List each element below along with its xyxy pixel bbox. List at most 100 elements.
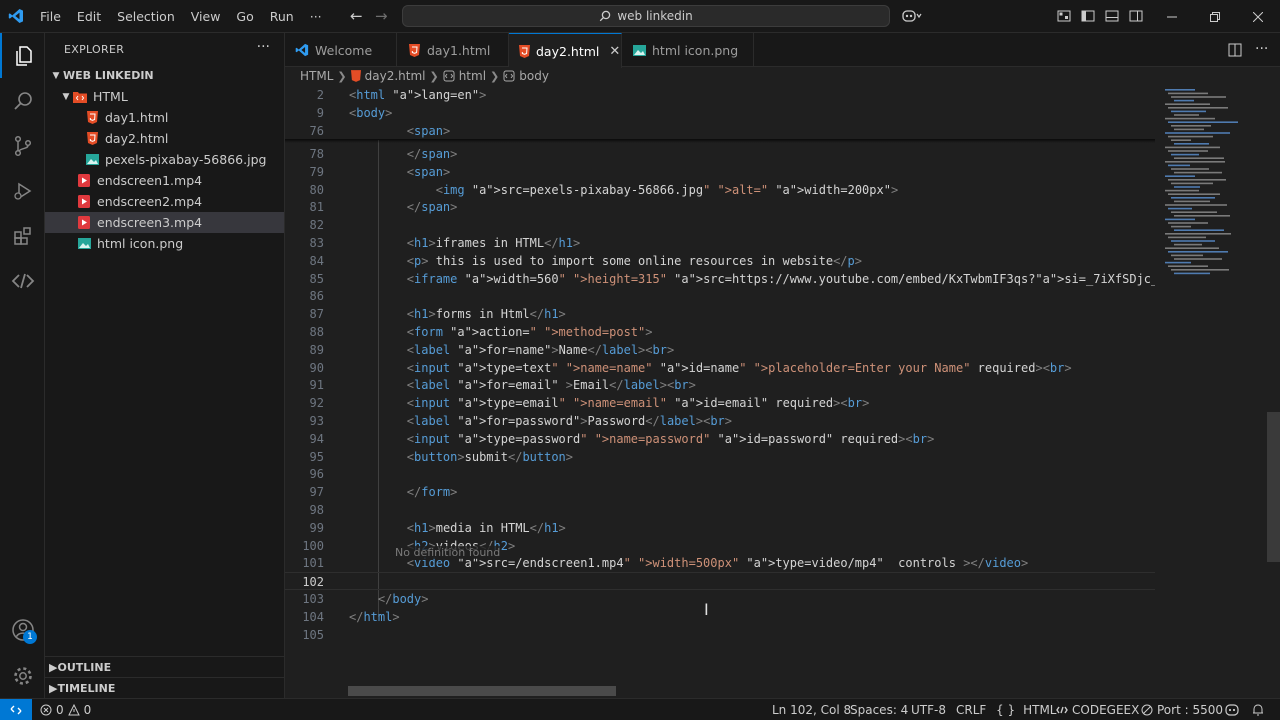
code-line[interactable]: 93 <label "a">for=password">Password</la…: [285, 412, 1155, 430]
menu-view[interactable]: View: [183, 0, 229, 33]
code-line[interactable]: 88 <form "a">action=" ">method=post">: [285, 323, 1155, 341]
code-text: <h1>forms in Html</h1>: [406, 307, 566, 322]
search-activity[interactable]: [0, 78, 45, 123]
encoding[interactable]: UTF-8: [911, 699, 946, 720]
code-line[interactable]: 95 <button>submit</button>: [285, 448, 1155, 466]
menu-run[interactable]: Run: [262, 0, 302, 33]
code-line[interactable]: 99 <h1>media in HTML</h1>: [285, 519, 1155, 537]
menu-file[interactable]: File: [32, 0, 69, 33]
notifications-button[interactable]: [1252, 699, 1264, 720]
warning-count: 0: [83, 702, 92, 717]
code-line[interactable]: 104 </html>: [285, 608, 1155, 626]
activity-bar: 1: [0, 33, 45, 698]
close-tab-icon[interactable]: ✕: [609, 44, 620, 59]
tree-item-day1-html[interactable]: day1.html: [45, 107, 284, 128]
indentation[interactable]: Spaces: 4: [850, 699, 908, 720]
breadcrumb-folder[interactable]: HTML: [300, 69, 333, 83]
tab-welcome[interactable]: Welcome: [285, 33, 397, 67]
breadcrumb-html[interactable]: html: [459, 69, 486, 83]
vertical-scrollbar[interactable]: [1267, 412, 1280, 562]
live-preview-activity[interactable]: [0, 258, 45, 303]
remote-icon: [10, 705, 22, 714]
toggle-panel-icon[interactable]: [1105, 9, 1119, 23]
tree-item-pexels-jpg[interactable]: pexels-pixabay-56866.jpg: [45, 149, 284, 170]
back-arrow-icon[interactable]: ←: [350, 9, 363, 24]
code-line[interactable]: 2 <html "a">lang=en">: [285, 86, 1155, 104]
code-line[interactable]: 92 <input "a">type=email" ">name=email" …: [285, 394, 1155, 412]
restore-button[interactable]: [1193, 0, 1237, 33]
code-line[interactable]: 76 <span>: [285, 122, 1155, 140]
workspace-root[interactable]: ▼ WEB LINKEDIN: [45, 65, 284, 86]
code-text: </body>: [377, 592, 429, 606]
tree-item-folder-html[interactable]: ▼ HTML: [45, 86, 284, 107]
code-line[interactable]: 82: [285, 216, 1155, 234]
code-line[interactable]: 80 <img "a">src=pexels-pixabay-56866.jpg…: [285, 181, 1155, 199]
tree-item-endscreen2[interactable]: endscreen2.mp4: [45, 191, 284, 212]
tab-day2-html[interactable]: day2.html ✕: [509, 33, 622, 68]
cursor-position[interactable]: Ln 102, Col 8: [772, 699, 851, 720]
language-mode[interactable]: { } HTML: [996, 699, 1057, 720]
code-line[interactable]: 102: [285, 572, 1155, 591]
menu-go[interactable]: Go: [228, 0, 261, 33]
explorer-more-actions[interactable]: ···: [257, 39, 270, 55]
horizontal-scrollbar[interactable]: [348, 686, 616, 696]
remote-button[interactable]: [0, 699, 32, 720]
minimap[interactable]: [1155, 85, 1267, 685]
toggle-secondary-sidebar-icon[interactable]: [1129, 9, 1143, 23]
breadcrumb-body[interactable]: body: [519, 69, 549, 83]
codegeex-status[interactable]: CODEGEEX: [1056, 699, 1139, 720]
code-line[interactable]: 105: [285, 626, 1155, 644]
code-line[interactable]: 90 <input "a">type=text" ">name=name" "a…: [285, 359, 1155, 377]
line-ending[interactable]: CRLF: [956, 699, 986, 720]
code-line[interactable]: 78 </span>: [285, 145, 1155, 163]
tree-item-html-icon-png[interactable]: html icon.png: [45, 233, 284, 254]
live-server-port[interactable]: Port : 5500: [1141, 699, 1223, 720]
source-control-activity[interactable]: [0, 123, 45, 168]
tree-item-endscreen3[interactable]: endscreen3.mp4: [45, 212, 284, 233]
minimize-button[interactable]: [1150, 0, 1194, 33]
manage-activity[interactable]: [0, 653, 45, 698]
code-line[interactable]: 81 </span>: [285, 198, 1155, 216]
code-line[interactable]: 103 </body>: [285, 590, 1155, 608]
tree-item-day2-html[interactable]: day2.html: [45, 128, 284, 149]
split-editor-icon[interactable]: [1228, 43, 1242, 57]
code-editor[interactable]: 2 <html "a">lang=en"> 9 <body> 76 <span> 78 <…: [285, 85, 1155, 685]
code-line[interactable]: 89 <label "a">for=name">Name</label><br>: [285, 341, 1155, 359]
code-line[interactable]: 9 <body>: [285, 104, 1155, 122]
extensions-activity[interactable]: [0, 213, 45, 258]
problems-indicator[interactable]: 0 0: [40, 699, 91, 720]
menu-more[interactable]: ···: [302, 0, 330, 33]
code-line[interactable]: 97 </form>: [285, 483, 1155, 501]
timeline-section[interactable]: ▶ TIMELINE: [45, 677, 284, 699]
code-line[interactable]: 91 <label "a">for=email" >Email</label><…: [285, 376, 1155, 394]
tab-day1-html[interactable]: day1.html: [397, 33, 509, 67]
outline-section[interactable]: ▶ OUTLINE: [45, 656, 284, 678]
command-center-search[interactable]: web linkedin: [402, 5, 890, 27]
tab-label: day2.html: [536, 43, 600, 59]
code-line[interactable]: 85 <iframe "a">width=560" ">height=315" …: [285, 270, 1155, 288]
explorer-activity[interactable]: [0, 33, 45, 78]
customize-layout-icon[interactable]: [1057, 9, 1071, 23]
code-line[interactable]: 86: [285, 287, 1155, 305]
code-line[interactable]: 87 <h1>forms in Html</h1>: [285, 305, 1155, 323]
code-line[interactable]: 83 <h1>iframes in HTML</h1>: [285, 234, 1155, 252]
menu-edit[interactable]: Edit: [69, 0, 109, 33]
code-line[interactable]: 98: [285, 501, 1155, 519]
code-line[interactable]: 94 <input "a">type=password" ">name=pass…: [285, 430, 1155, 448]
more-actions-icon[interactable]: ···: [1255, 41, 1268, 57]
menu-selection[interactable]: Selection: [109, 0, 183, 33]
tab-html-icon-png[interactable]: html icon.png: [622, 33, 754, 67]
close-window-button[interactable]: [1236, 0, 1280, 33]
copilot-status[interactable]: [1225, 699, 1239, 720]
line-number: 2: [316, 88, 324, 102]
breadcrumb-file[interactable]: day2.html: [365, 69, 426, 83]
toggle-primary-sidebar-icon[interactable]: [1081, 9, 1095, 23]
code-line[interactable]: 84 <p> this is used to import some onlin…: [285, 252, 1155, 270]
code-line[interactable]: 96: [285, 465, 1155, 483]
run-debug-activity[interactable]: [0, 168, 45, 213]
copilot-icon[interactable]: [902, 9, 922, 23]
tree-item-endscreen1[interactable]: endscreen1.mp4: [45, 170, 284, 191]
code-line[interactable]: 79 <span>: [285, 163, 1155, 181]
accounts-activity[interactable]: 1: [0, 607, 45, 652]
forward-arrow-icon[interactable]: →: [375, 9, 388, 24]
